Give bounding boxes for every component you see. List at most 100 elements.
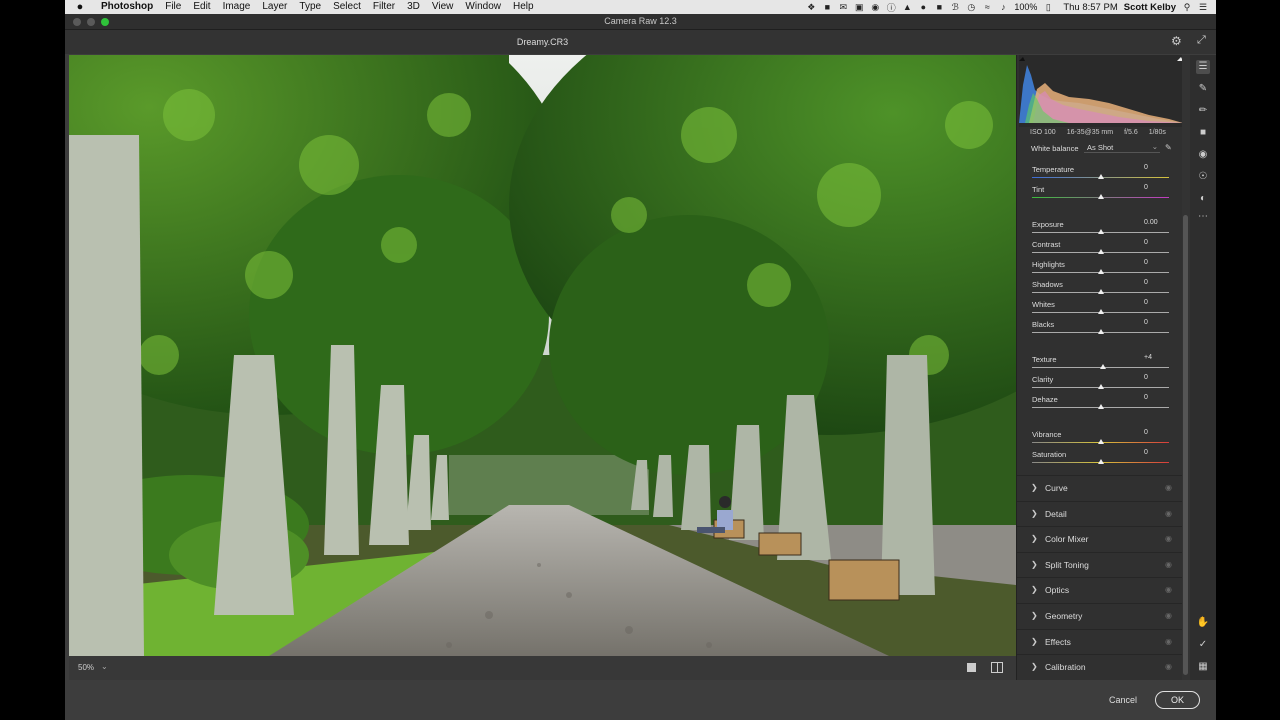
texture-value-field[interactable]: +4	[1139, 354, 1167, 364]
crop-brush-icon[interactable]: ✎	[1196, 82, 1210, 96]
apple-logo-icon[interactable]: ●	[65, 1, 95, 13]
saturation-value-field[interactable]: 0	[1139, 449, 1167, 459]
whites-slider-thumb[interactable]	[1097, 309, 1104, 314]
highlights-value-field[interactable]: 0	[1139, 259, 1167, 269]
section-color-mixer[interactable]: ❯ Color Mixer ◉	[1017, 526, 1183, 552]
menu-image[interactable]: Image	[217, 0, 257, 14]
temperature-slider-thumb[interactable]	[1097, 174, 1104, 179]
battery-percent[interactable]: 100%	[1014, 2, 1037, 12]
slider-contrast[interactable]: Contrast 0	[1017, 239, 1183, 260]
slider-highlights[interactable]: Highlights 0	[1017, 259, 1183, 280]
time-machine-icon[interactable]: ◷	[966, 2, 976, 13]
highlights-slider-thumb[interactable]	[1097, 269, 1104, 274]
texture-slider-thumb[interactable]	[1100, 364, 1107, 369]
menu-view[interactable]: View	[426, 0, 460, 14]
eye-icon[interactable]: ◉	[1165, 534, 1172, 543]
tint-slider-thumb[interactable]	[1097, 194, 1104, 199]
exposure-slider-thumb[interactable]	[1097, 229, 1104, 234]
section-split-toning[interactable]: ❯ Split Toning ◉	[1017, 551, 1183, 578]
flame-icon[interactable]: ▲	[902, 2, 912, 12]
vibrance-slider-thumb[interactable]	[1097, 439, 1104, 444]
red-eye-icon[interactable]: ☉	[1196, 170, 1210, 184]
status-circle-icon[interactable]: ◉	[870, 2, 880, 13]
chevron-down-icon[interactable]: ⌄	[101, 662, 108, 671]
spotlight-search-icon[interactable]: ⚲	[1182, 2, 1192, 13]
clarity-value-field[interactable]: 0	[1139, 374, 1167, 384]
radial-filter-icon[interactable]: ◉	[1196, 148, 1210, 162]
eyedropper-icon[interactable]: ✎	[1165, 143, 1172, 152]
slider-vibrance[interactable]: Vibrance 0	[1017, 429, 1183, 450]
eye-icon[interactable]: ◉	[1165, 585, 1172, 594]
color-sampler-icon[interactable]: ✓	[1196, 638, 1210, 652]
more-options-icon[interactable]: ⋯	[1196, 210, 1210, 224]
slider-blacks[interactable]: Blacks 0	[1017, 319, 1183, 340]
section-effects[interactable]: ❯ Effects ◉	[1017, 628, 1183, 655]
slider-clarity[interactable]: Clarity 0	[1017, 374, 1183, 395]
section-geometry[interactable]: ❯ Geometry ◉	[1017, 602, 1183, 629]
blacks-slider-thumb[interactable]	[1097, 329, 1104, 334]
section-optics[interactable]: ❯ Optics ◉	[1017, 577, 1183, 603]
menu-help[interactable]: Help	[507, 0, 540, 14]
section-curve[interactable]: ❯ Curve ◉	[1017, 475, 1183, 501]
ok-button[interactable]: OK	[1155, 691, 1200, 709]
menu-select[interactable]: Select	[327, 0, 367, 14]
fullscreen-toggle-icon[interactable]: ⤢	[1197, 34, 1206, 47]
gear-icon[interactable]: ⚙	[1171, 34, 1182, 48]
box-icon[interactable]: ■	[934, 2, 944, 12]
scrollbar-thumb[interactable]	[1183, 215, 1188, 675]
slider-shadows[interactable]: Shadows 0	[1017, 279, 1183, 300]
tint-value-field[interactable]: 0	[1139, 184, 1167, 194]
dehaze-value-field[interactable]: 0	[1139, 394, 1167, 404]
exposure-value-field[interactable]: 0.00	[1139, 219, 1167, 229]
battery-icon[interactable]: ▯	[1043, 2, 1053, 13]
contrast-value-field[interactable]: 0	[1139, 239, 1167, 249]
wifi-icon[interactable]: ≈	[982, 2, 992, 12]
eye-icon[interactable]: ◉	[1165, 611, 1172, 620]
menu-window[interactable]: Window	[459, 0, 507, 14]
screen-icon[interactable]: ▣	[854, 2, 864, 13]
eye-icon[interactable]: ◉	[1165, 637, 1172, 646]
section-calibration[interactable]: ❯ Calibration ◉	[1017, 654, 1183, 680]
menu-app-name[interactable]: Photoshop	[95, 0, 159, 14]
grid-overlay-icon[interactable]: ▦	[1196, 660, 1210, 674]
graduated-filter-icon[interactable]: ■	[1196, 126, 1210, 140]
eye-icon[interactable]: ◉	[1165, 560, 1172, 569]
adjustment-brush-icon[interactable]: ✏	[1196, 104, 1210, 118]
slider-saturation[interactable]: Saturation 0	[1017, 449, 1183, 470]
menu-filter[interactable]: Filter	[367, 0, 401, 14]
whites-value-field[interactable]: 0	[1139, 299, 1167, 309]
menu-file[interactable]: File	[159, 0, 187, 14]
menu-3d[interactable]: 3D	[401, 0, 426, 14]
menu-layer[interactable]: Layer	[256, 0, 293, 14]
menu-edit[interactable]: Edit	[187, 0, 216, 14]
clarity-slider-thumb[interactable]	[1097, 384, 1104, 389]
saturation-slider-thumb[interactable]	[1097, 459, 1104, 464]
panel-scrollbar[interactable]	[1182, 55, 1190, 680]
slider-temperature[interactable]: Temperature 0	[1017, 164, 1183, 185]
control-center-icon[interactable]: ☰	[1198, 2, 1208, 13]
hand-tool-icon[interactable]: ✋	[1196, 616, 1210, 630]
contrast-slider-thumb[interactable]	[1097, 249, 1104, 254]
eye-icon[interactable]: ◉	[1165, 509, 1172, 518]
slider-texture[interactable]: Texture +4	[1017, 354, 1183, 375]
menu-user[interactable]: Scott Kelby	[1124, 2, 1176, 13]
slider-tint[interactable]: Tint 0	[1017, 184, 1183, 205]
white-balance-select[interactable]: As Shot ⌄	[1084, 142, 1160, 153]
cancel-button[interactable]: Cancel	[1109, 695, 1137, 705]
shadows-value-field[interactable]: 0	[1139, 279, 1167, 289]
slider-whites[interactable]: Whites 0	[1017, 299, 1183, 320]
menu-type[interactable]: Type	[293, 0, 327, 14]
blacks-value-field[interactable]: 0	[1139, 319, 1167, 329]
edit-sliders-icon[interactable]: ☰	[1196, 60, 1210, 74]
info-icon[interactable]: ⓘ	[886, 1, 896, 14]
app-status-icon[interactable]: ■	[822, 2, 832, 12]
zoom-level[interactable]: 50%	[78, 663, 94, 672]
drop-icon[interactable]: ●	[918, 2, 928, 12]
message-icon[interactable]: ✉	[838, 2, 848, 13]
slider-exposure[interactable]: Exposure 0.00	[1017, 219, 1183, 240]
image-preview[interactable]	[69, 55, 1016, 656]
vibrance-value-field[interactable]: 0	[1139, 429, 1167, 439]
volume-icon[interactable]: ♪	[998, 2, 1008, 12]
presets-icon[interactable]: ◐	[1196, 192, 1210, 206]
bluetooth-icon[interactable]: ℬ	[950, 2, 960, 13]
